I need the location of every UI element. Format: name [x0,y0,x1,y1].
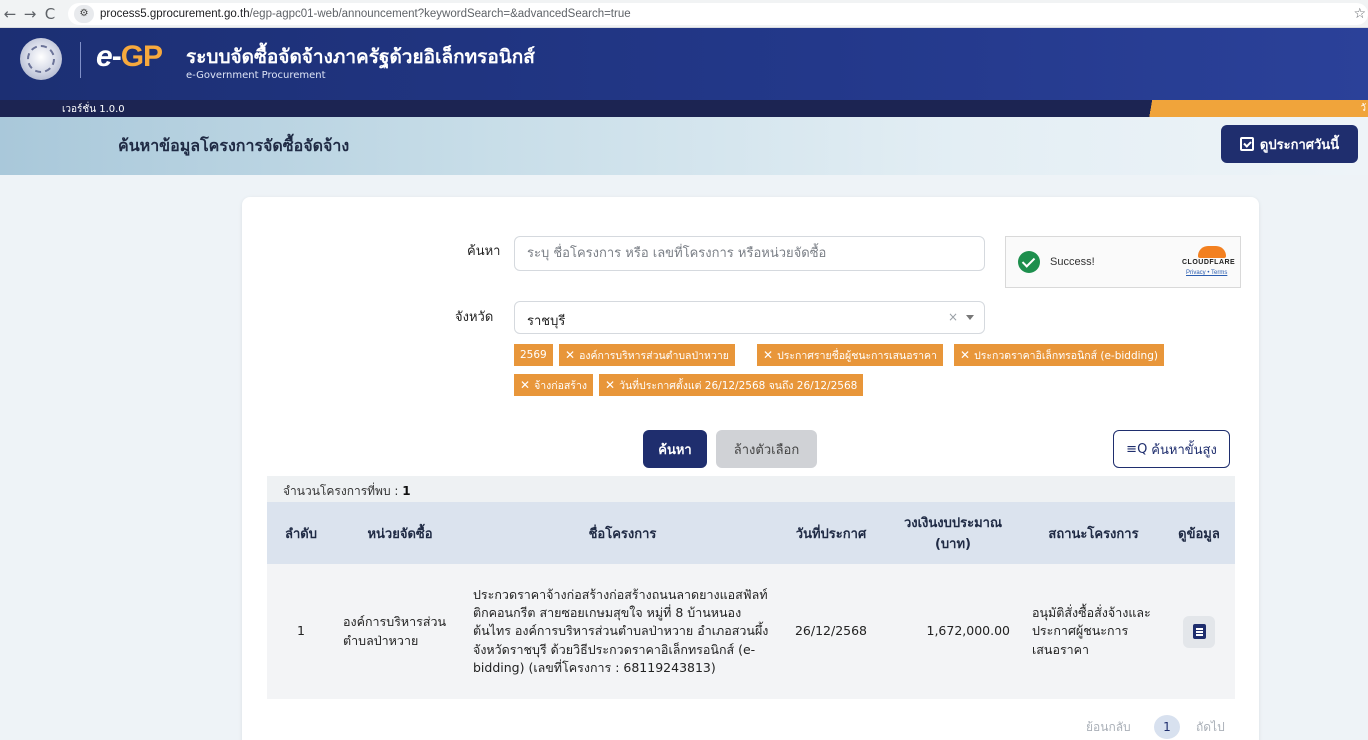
filter-chip-agency[interactable]: ✕ องค์การบริหารส่วนตำบลป่าหวาย [559,344,735,366]
cell-agency: องค์การบริหารส่วนตำบลป่าหวาย [343,614,447,648]
advanced-search-icon: ≡Q [1126,441,1148,457]
col-header-view: ดูข้อมูล [1178,526,1220,542]
view-details-button[interactable] [1183,615,1215,648]
site-title: ระบบจัดซื้อจัดจ้างภาครัฐด้วยอิเล็กทรอนิก… [186,46,535,68]
cell-no: 1 [297,623,305,639]
province-label: จังหวัด [455,310,494,325]
col-header-status[interactable]: สถานะโครงการ [1024,502,1163,564]
captcha-links[interactable]: Privacy • Terms [1186,270,1227,276]
filter-chip-method[interactable]: ✕ ประกวดราคาอิเล็กทรอนิกส์ (e-bidding) [954,344,1164,366]
pagination-next[interactable]: ถัดไป [1196,718,1225,737]
search-button[interactable]: ค้นหา [643,430,707,468]
cell-budget: 1,672,000.00 [926,623,1011,639]
captcha-status: Success! [1050,256,1095,268]
browser-toolbar: ← → C ⚙ process5.gprocurement.go.th /egp… [0,0,1368,28]
result-count: 1 [402,484,411,498]
col-header-date[interactable]: วันที่ประกาศ [780,502,882,564]
col-header-project[interactable]: ชื่อโครงการ [465,502,780,564]
pagination-prev[interactable]: ย้อนกลับ [1086,718,1131,737]
cell-date: 26/12/2568 [794,623,868,639]
keyword-search-input[interactable] [514,236,985,271]
remove-filter-icon[interactable]: ✕ [520,378,530,392]
filter-chip-year[interactable]: 2569 [514,344,553,366]
forward-icon[interactable]: → [20,0,40,28]
filter-chip-date-range[interactable]: ✕ วันที่ประกาศตั้งแต่ 26/12/2568 จนถึง 26… [599,374,864,396]
col-header-no[interactable]: ลำดับ [267,502,335,564]
cloudflare-cloud-icon [1198,246,1226,258]
cell-view [1163,564,1235,699]
remove-filter-icon[interactable]: ✕ [565,348,575,362]
site-info-icon[interactable]: ⚙ [74,4,94,23]
government-seal-logo[interactable] [20,38,62,80]
result-count-label: จำนวนโครงการที่พบ : [283,484,403,498]
advanced-search-button[interactable]: ≡Q ค้นหาขั้นสูง [1113,430,1230,468]
back-icon[interactable]: ← [0,0,20,28]
clear-select-icon[interactable]: × [948,310,958,324]
keyword-label: ค้นหา [467,244,501,259]
version-label: เวอร์ชั่น 1.0.0 [62,104,125,115]
filter-chip-announce-type[interactable]: ✕ ประกาศรายชื่อผู้ชนะการเสนอราคา [757,344,943,366]
success-check-icon [1018,251,1040,273]
col-header-agency[interactable]: หน่วยจัดซื้อ [335,502,465,564]
remove-filter-icon[interactable]: ✕ [960,348,970,362]
remove-filter-icon[interactable]: ✕ [605,378,615,392]
pagination-page-1[interactable]: 1 [1154,715,1180,739]
site-subtitle: e-Government Procurement [186,70,326,81]
url-host: process5.gprocurement.go.th [100,7,250,20]
date-strip-text: วั [1360,103,1366,114]
col-header-budget[interactable]: วงเงินงบประมาณ (บาท) [882,502,1024,564]
page-title: ค้นหาข้อมูลโครงการจัดซื้อจัดจ้าง [118,136,350,155]
header-divider [80,42,81,78]
egp-logo[interactable]: e-GP [96,40,163,74]
cell-project: ประกวดราคาจ้างก่อสร้างก่อสร้างถนนลาดยางแ… [473,587,769,675]
filter-chip-category[interactable]: ✕ จ้างก่อสร้าง [514,374,593,396]
today-announcement-label: ดูประกาศวันนี้ [1259,137,1340,153]
province-select[interactable]: ราชบุรี × [514,301,985,334]
table-row[interactable]: 1 องค์การบริหารส่วนตำบลป่าหวาย ประกวดราค… [267,564,1235,699]
version-bar: เวอร์ชั่น 1.0.0 วั [0,100,1368,117]
cloudflare-captcha[interactable]: Success! CLOUDFLARE Privacy • Terms [1005,236,1241,288]
url-path: /egp-agpc01-web/announcement?keywordSear… [249,7,631,20]
cell-status: อนุมัติสั่งซื้อสั่งจ้างและประกาศผู้ชนะกา… [1032,605,1151,657]
result-count-bar: จำนวนโครงการที่พบ : 1 [267,476,1235,502]
clear-options-button[interactable]: ล้างตัวเลือก [716,430,817,468]
address-bar[interactable]: ⚙ process5.gprocurement.go.th /egp-agpc0… [68,2,1368,25]
cloudflare-brand: CLOUDFLARE [1182,259,1236,266]
chevron-down-icon[interactable] [966,315,974,320]
reload-icon[interactable]: C [40,0,60,28]
remove-filter-icon[interactable]: ✕ [763,348,773,362]
date-strip: วั [1138,100,1368,117]
page-title-bar: ค้นหาข้อมูลโครงการจัดซื้อจัดจ้าง ดูประกา… [0,117,1368,175]
province-value: ราชบุรี [527,314,566,329]
table-header-row: ลำดับ หน่วยจัดซื้อ ชื่อโครงการ วันที่ประ… [267,502,1235,564]
document-icon [1192,624,1206,639]
bookmark-star-icon[interactable]: ☆ [1353,6,1366,22]
results-table: ลำดับ หน่วยจัดซื้อ ชื่อโครงการ วันที่ประ… [267,502,1235,699]
site-header: e-GP ระบบจัดซื้อจัดจ้างภาครัฐด้วยอิเล็กท… [0,28,1368,100]
advanced-search-label: ค้นหาขั้นสูง [1151,442,1217,458]
today-announcement-button[interactable]: ดูประกาศวันนี้ [1221,125,1358,163]
calendar-check-icon [1239,137,1254,151]
